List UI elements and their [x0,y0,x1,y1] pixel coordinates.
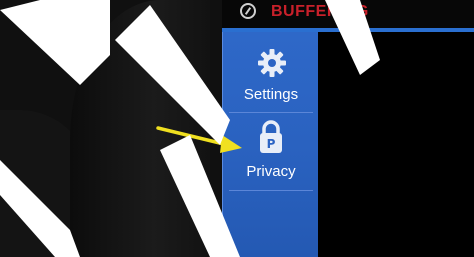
settings-label: Settings [243,86,299,103]
lock-icon-letter: P [267,137,276,151]
content-pane [318,32,474,257]
privacy-label: Privacy [246,163,296,180]
menu-item-settings[interactable]: Settings [223,38,319,110]
buffering-status-text: BUFFERING [271,3,369,20]
menu-divider [229,190,313,191]
menu-divider [229,112,313,113]
annotation-arrow [156,126,242,153]
gear-icon [258,49,286,77]
compass-icon[interactable] [240,3,256,19]
lock-icon: P [260,120,282,153]
